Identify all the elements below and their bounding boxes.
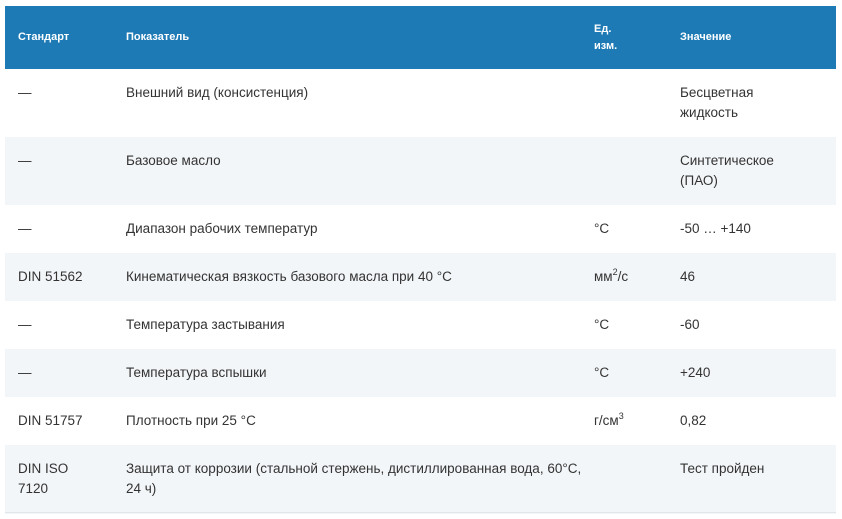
cell-standard: — bbox=[18, 85, 32, 100]
table-row: DIN 51757 Плотность при 25 °C г/см3 0,82 bbox=[5, 397, 836, 445]
table-header-row: Стандарт Показатель Ед. изм. Значение bbox=[5, 6, 836, 69]
cell-unit bbox=[594, 137, 667, 205]
unit-base: мм bbox=[594, 269, 613, 284]
unit-base: °C bbox=[594, 365, 610, 380]
header-standard: Стандарт bbox=[18, 31, 70, 43]
unit-tail: /с bbox=[617, 269, 629, 284]
cell-value-text: Синтетическое (ПАО) bbox=[680, 153, 774, 188]
table-row: DIN ISO 7120 Защита от коррозии (стально… bbox=[5, 445, 836, 514]
unit-base: °C bbox=[594, 221, 610, 236]
cell-unit: °C bbox=[594, 349, 667, 397]
spec-table-container: Стандарт Показатель Ед. изм. Значение — … bbox=[5, 6, 836, 514]
header-unit-text: Ед. изм. bbox=[594, 22, 618, 52]
cell-unit: мм2/с bbox=[594, 253, 667, 301]
cell-parameter: Базовое масло bbox=[126, 153, 221, 168]
table-row: — Базовое масло Синтетическое (ПАО) bbox=[5, 137, 836, 205]
cell-standard-text: DIN ISO 7120 bbox=[18, 461, 69, 496]
unit-superscript: 3 bbox=[618, 411, 624, 421]
header-value: Значение bbox=[680, 31, 732, 43]
header-unit: Ед. изм. bbox=[594, 6, 667, 69]
cell-parameter: Внешний вид (консистенция) bbox=[126, 85, 309, 100]
cell-standard: — bbox=[18, 153, 32, 168]
cell-parameter: Температура застывания bbox=[126, 317, 285, 332]
cell-value: Тест пройден bbox=[680, 461, 765, 476]
cell-value: -50 … +140 bbox=[680, 221, 751, 236]
cell-parameter-text: Защита от коррозии (стальной стержень, д… bbox=[126, 461, 582, 496]
cell-value: +240 bbox=[680, 365, 711, 380]
cell-standard: DIN 51757 bbox=[18, 413, 83, 428]
table-row: — Температура вспышки °C +240 bbox=[5, 349, 836, 397]
cell-value: -60 bbox=[680, 317, 700, 332]
table-row: — Температура застывания °C -60 bbox=[5, 301, 836, 349]
specifications-table: Стандарт Показатель Ед. изм. Значение — … bbox=[5, 6, 836, 514]
cell-parameter: Плотность при 25 °C bbox=[126, 413, 256, 428]
cell-parameter: Температура вспышки bbox=[126, 365, 267, 380]
cell-unit bbox=[594, 69, 667, 137]
cell-standard: — bbox=[18, 365, 32, 380]
cell-value: Синтетическое (ПАО) bbox=[667, 137, 836, 205]
unit-base: °C bbox=[594, 317, 610, 332]
cell-parameter: Диапазон рабочих температур bbox=[126, 221, 318, 236]
cell-standard: — bbox=[18, 317, 32, 332]
header-parameter: Показатель bbox=[126, 31, 190, 43]
unit-base: г/см bbox=[594, 413, 619, 428]
cell-value: 0,82 bbox=[680, 413, 707, 428]
cell-parameter: Кинематическая вязкость базового масла п… bbox=[126, 269, 452, 284]
cell-unit: г/см3 bbox=[594, 397, 667, 445]
table-row: DIN 51562 Кинематическая вязкость базово… bbox=[5, 253, 836, 301]
cell-value: 46 bbox=[680, 269, 696, 284]
table-row: — Внешний вид (консистенция) Бесцветная … bbox=[5, 69, 836, 137]
cell-unit: °C bbox=[594, 205, 667, 253]
table-bottom-border bbox=[5, 512, 836, 513]
cell-unit bbox=[594, 445, 667, 514]
cell-unit: °C bbox=[594, 301, 667, 349]
cell-value: Бесцветная жидкость bbox=[667, 69, 836, 137]
cell-parameter: Защита от коррозии (стальной стержень, д… bbox=[113, 445, 594, 514]
table-row: — Диапазон рабочих температур °C -50 … +… bbox=[5, 205, 836, 253]
cell-standard: — bbox=[18, 221, 32, 236]
cell-standard: DIN 51562 bbox=[18, 269, 83, 284]
table-header: Стандарт Показатель Ед. изм. Значение bbox=[5, 6, 836, 69]
cell-standard: DIN ISO 7120 bbox=[5, 445, 113, 514]
table-body: — Внешний вид (консистенция) Бесцветная … bbox=[5, 69, 836, 514]
cell-value-text: Бесцветная жидкость bbox=[680, 85, 754, 120]
